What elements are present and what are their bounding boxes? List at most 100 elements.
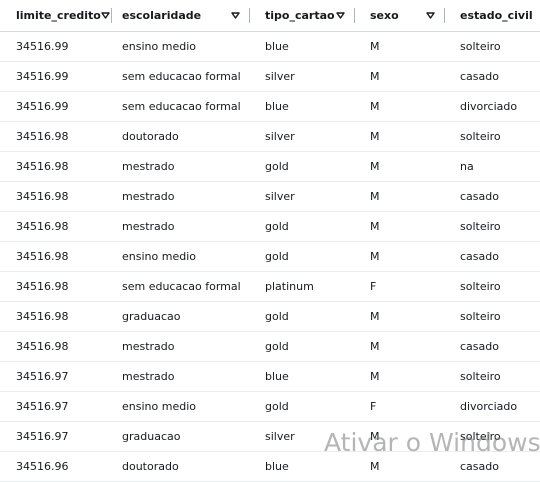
cell-sexo: M <box>355 181 445 212</box>
table-row[interactable]: 34516.98 mestrado silver Mcasado <box>0 181 540 212</box>
cell-escolaridade: sem educacao formal <box>112 91 250 122</box>
cell-tipo-cartao: blue <box>250 361 355 392</box>
cell-estado-civil: casado <box>445 181 540 212</box>
cell-estado-civil: na <box>445 151 540 182</box>
cell-escolaridade: graduacao <box>112 301 250 332</box>
cell-limite-credito: 34516.97 <box>0 361 112 392</box>
cell-sexo: M <box>355 331 445 362</box>
cell-limite-credito: 34516.98 <box>0 211 112 242</box>
cell-limite-credito: 34516.98 <box>0 241 112 272</box>
table-row[interactable]: 34516.99 sem educacao formal silver Mcasado <box>0 61 540 92</box>
cell-escolaridade: mestrado <box>112 181 250 212</box>
cell-sexo: M <box>355 61 445 92</box>
table-row[interactable]: 34516.97 graduacao silver Msolteiro <box>0 421 540 452</box>
results-table: limite_credito escolaridade tipo_cartao … <box>0 0 540 482</box>
cell-limite-credito: 34516.97 <box>0 421 112 452</box>
cell-tipo-cartao: blue <box>250 451 355 482</box>
table-row[interactable]: 34516.98 sem educacao formal platinum Fsolt… <box>0 271 540 302</box>
cell-tipo-cartao: gold <box>250 391 355 422</box>
cell-escolaridade: sem educacao formal <box>112 271 250 302</box>
cell-sexo: M <box>355 31 445 62</box>
column-header-tipo-cartao[interactable]: tipo_cartao <box>250 0 355 32</box>
column-header-limite-credito[interactable]: limite_credito <box>0 0 112 32</box>
column-header-label: tipo_cartao <box>265 9 335 22</box>
cell-escolaridade: mestrado <box>112 211 250 242</box>
cell-escolaridade: sem educacao formal <box>112 61 250 92</box>
header-row: limite_credito escolaridade tipo_cartao … <box>0 0 540 32</box>
column-header-escolaridade[interactable]: escolaridade <box>112 0 250 32</box>
cell-sexo: M <box>355 241 445 272</box>
cell-sexo: M <box>355 451 445 482</box>
table-body: 34516.99 ensino medio blue Msolteiro 34516.9… <box>0 31 540 482</box>
column-header-label: escolaridade <box>122 9 202 22</box>
cell-sexo: M <box>355 211 445 242</box>
table-row[interactable]: 34516.97 mestrado blue Msolteiro <box>0 361 540 392</box>
column-header-estado-civil[interactable]: estado_civil <box>445 0 540 32</box>
cell-sexo: M <box>355 361 445 392</box>
table-row[interactable]: 34516.99 ensino medio blue Msolteiro <box>0 31 540 62</box>
cell-limite-credito: 34516.98 <box>0 121 112 152</box>
column-header-label: estado_civil <box>460 9 533 22</box>
cell-estado-civil: solteiro <box>445 271 540 302</box>
table-row[interactable]: 34516.98 mestrado gold Mna <box>0 151 540 182</box>
cell-escolaridade: ensino medio <box>112 31 250 62</box>
table-row[interactable]: 34516.97 ensino medio gold Fdivorciado <box>0 391 540 422</box>
cell-sexo: M <box>355 91 445 122</box>
table-row[interactable]: 34516.96 doutorado blue Mcasado <box>0 451 540 482</box>
sort-caret-icon[interactable] <box>335 11 345 21</box>
cell-sexo: F <box>355 391 445 422</box>
cell-estado-civil: divorciado <box>445 391 540 422</box>
cell-escolaridade: ensino medio <box>112 241 250 272</box>
cell-limite-credito: 34516.98 <box>0 271 112 302</box>
sort-caret-icon[interactable] <box>230 11 240 21</box>
cell-escolaridade: doutorado <box>112 121 250 152</box>
cell-escolaridade: mestrado <box>112 361 250 392</box>
cell-estado-civil: casado <box>445 61 540 92</box>
sort-caret-icon[interactable] <box>101 11 110 21</box>
table-row[interactable]: 34516.98 doutorado silver Msolteiro <box>0 121 540 152</box>
table-row[interactable]: 34516.98 mestrado gold Mcasado <box>0 331 540 362</box>
column-header-label: limite_credito <box>16 9 101 22</box>
cell-tipo-cartao: silver <box>250 61 355 92</box>
column-header-sexo[interactable]: sexo <box>355 0 445 32</box>
table-header: limite_credito escolaridade tipo_cartao … <box>0 0 540 32</box>
cell-estado-civil: solteiro <box>445 121 540 152</box>
cell-estado-civil: solteiro <box>445 421 540 452</box>
cell-tipo-cartao: gold <box>250 151 355 182</box>
cell-limite-credito: 34516.98 <box>0 181 112 212</box>
table-row[interactable]: 34516.98 ensino medio gold Mcasado <box>0 241 540 272</box>
cell-escolaridade: graduacao <box>112 421 250 452</box>
cell-sexo: M <box>355 151 445 182</box>
cell-estado-civil: solteiro <box>445 301 540 332</box>
cell-limite-credito: 34516.99 <box>0 31 112 62</box>
cell-escolaridade: mestrado <box>112 331 250 362</box>
cell-tipo-cartao: silver <box>250 421 355 452</box>
cell-escolaridade: mestrado <box>112 151 250 182</box>
cell-estado-civil: casado <box>445 241 540 272</box>
cell-limite-credito: 34516.98 <box>0 301 112 332</box>
cell-tipo-cartao: blue <box>250 31 355 62</box>
sort-caret-icon[interactable] <box>425 11 435 21</box>
cell-tipo-cartao: silver <box>250 121 355 152</box>
cell-tipo-cartao: silver <box>250 181 355 212</box>
cell-estado-civil: solteiro <box>445 211 540 242</box>
cell-sexo: F <box>355 271 445 302</box>
cell-tipo-cartao: gold <box>250 241 355 272</box>
table-row[interactable]: 34516.98 graduacao gold Msolteiro <box>0 301 540 332</box>
cell-limite-credito: 34516.96 <box>0 451 112 482</box>
cell-escolaridade: doutorado <box>112 451 250 482</box>
table-row[interactable]: 34516.99 sem educacao formal blue Mdivorcia… <box>0 91 540 122</box>
cell-limite-credito: 34516.99 <box>0 91 112 122</box>
cell-estado-civil: divorciado <box>445 91 540 122</box>
cell-limite-credito: 34516.98 <box>0 331 112 362</box>
cell-estado-civil: casado <box>445 451 540 482</box>
table-row[interactable]: 34516.98 mestrado gold Msolteiro <box>0 211 540 242</box>
cell-estado-civil: solteiro <box>445 361 540 392</box>
cell-sexo: M <box>355 121 445 152</box>
column-header-label: sexo <box>370 9 399 22</box>
cell-tipo-cartao: blue <box>250 91 355 122</box>
cell-limite-credito: 34516.98 <box>0 151 112 182</box>
cell-estado-civil: casado <box>445 331 540 362</box>
cell-sexo: M <box>355 301 445 332</box>
cell-tipo-cartao: gold <box>250 331 355 362</box>
